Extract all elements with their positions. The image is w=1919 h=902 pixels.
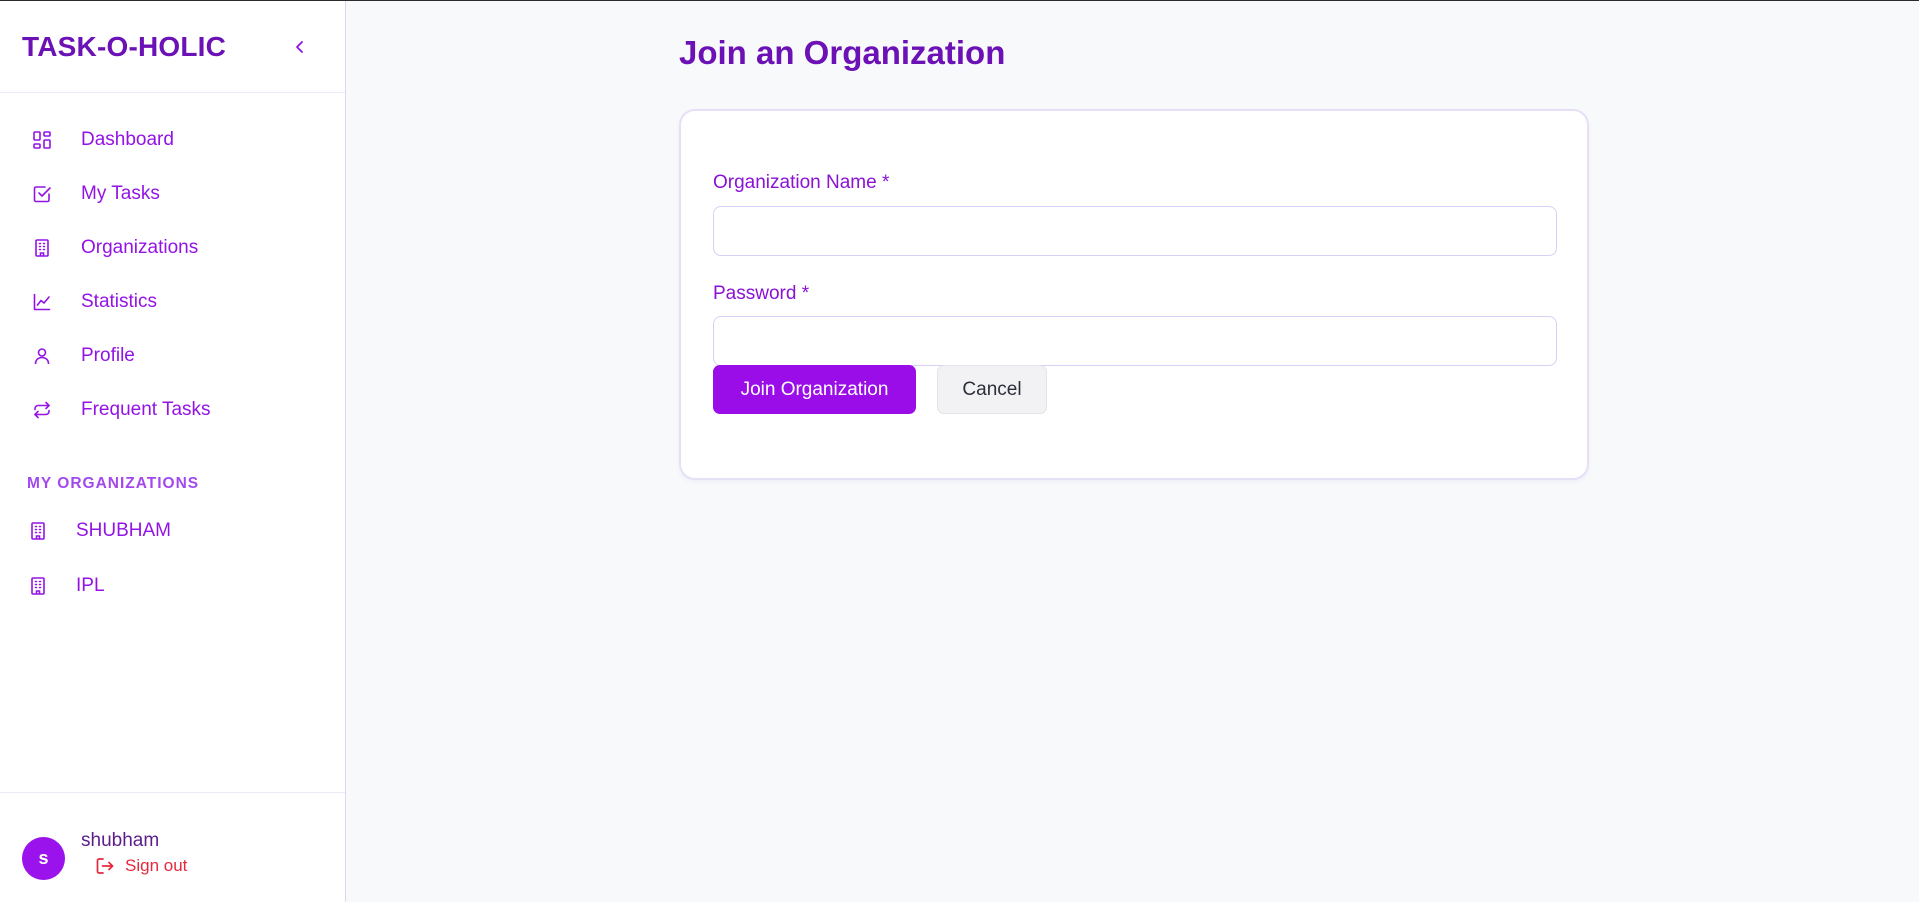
org-item-ipl[interactable]: IPL [0, 558, 345, 613]
logout-icon [96, 858, 114, 874]
join-organization-form: Organization Name * Password * Join Orga… [679, 109, 1589, 480]
org-label: IPL [76, 574, 105, 596]
user-icon [31, 345, 53, 367]
building-icon [27, 520, 49, 542]
main-nav: Dashboard My Tasks Organizations Statist… [0, 113, 345, 437]
password-input[interactable] [713, 316, 1557, 366]
password-label: Password * [713, 283, 810, 304]
line-chart-icon [31, 291, 53, 313]
nav-item-profile[interactable]: Profile [0, 329, 345, 383]
cancel-button[interactable]: Cancel [937, 365, 1047, 414]
username: shubham [81, 830, 160, 851]
building-icon [31, 237, 53, 259]
dashboard-grid-icon [31, 129, 53, 151]
nav-label: Profile [81, 345, 135, 366]
nav-item-dashboard[interactable]: Dashboard [0, 113, 345, 167]
nav-label: Frequent Tasks [81, 399, 211, 420]
user-panel: s shubham Sign out [0, 792, 345, 902]
chevron-left-icon [296, 41, 303, 53]
nav-label: Statistics [81, 291, 158, 312]
collapse-sidebar-button[interactable] [288, 35, 312, 59]
organization-name-input[interactable] [713, 206, 1557, 256]
nav-item-frequent-tasks[interactable]: Frequent Tasks [0, 383, 345, 437]
nav-label: Organizations [81, 237, 199, 258]
avatar: s [22, 837, 65, 880]
checkbox-icon [31, 183, 53, 205]
repeat-icon [31, 399, 53, 421]
sign-out-button[interactable]: Sign out [95, 856, 187, 876]
app-logo: TASK-O-HOLIC [22, 31, 227, 62]
organizations-list: SHUBHAM IPL [0, 503, 345, 613]
sign-out-label: Sign out [125, 856, 188, 875]
org-label: SHUBHAM [76, 519, 172, 541]
nav-item-organizations[interactable]: Organizations [0, 221, 345, 275]
org-item-shubham[interactable]: SHUBHAM [0, 503, 345, 558]
join-organization-button[interactable]: Join Organization [713, 365, 916, 414]
nav-item-my-tasks[interactable]: My Tasks [0, 167, 345, 221]
nav-label: My Tasks [81, 183, 160, 204]
nav-label: Dashboard [81, 129, 174, 150]
organization-name-label: Organization Name * [713, 172, 890, 193]
page-title: Join an Organization [679, 34, 1006, 71]
brand-header: TASK-O-HOLIC [0, 1, 345, 93]
my-organizations-heading: MY ORGANIZATIONS [27, 475, 200, 492]
nav-item-statistics[interactable]: Statistics [0, 275, 345, 329]
building-icon [27, 575, 49, 597]
sidebar: TASK-O-HOLIC Dashboard My Tasks Organiza… [0, 1, 346, 902]
